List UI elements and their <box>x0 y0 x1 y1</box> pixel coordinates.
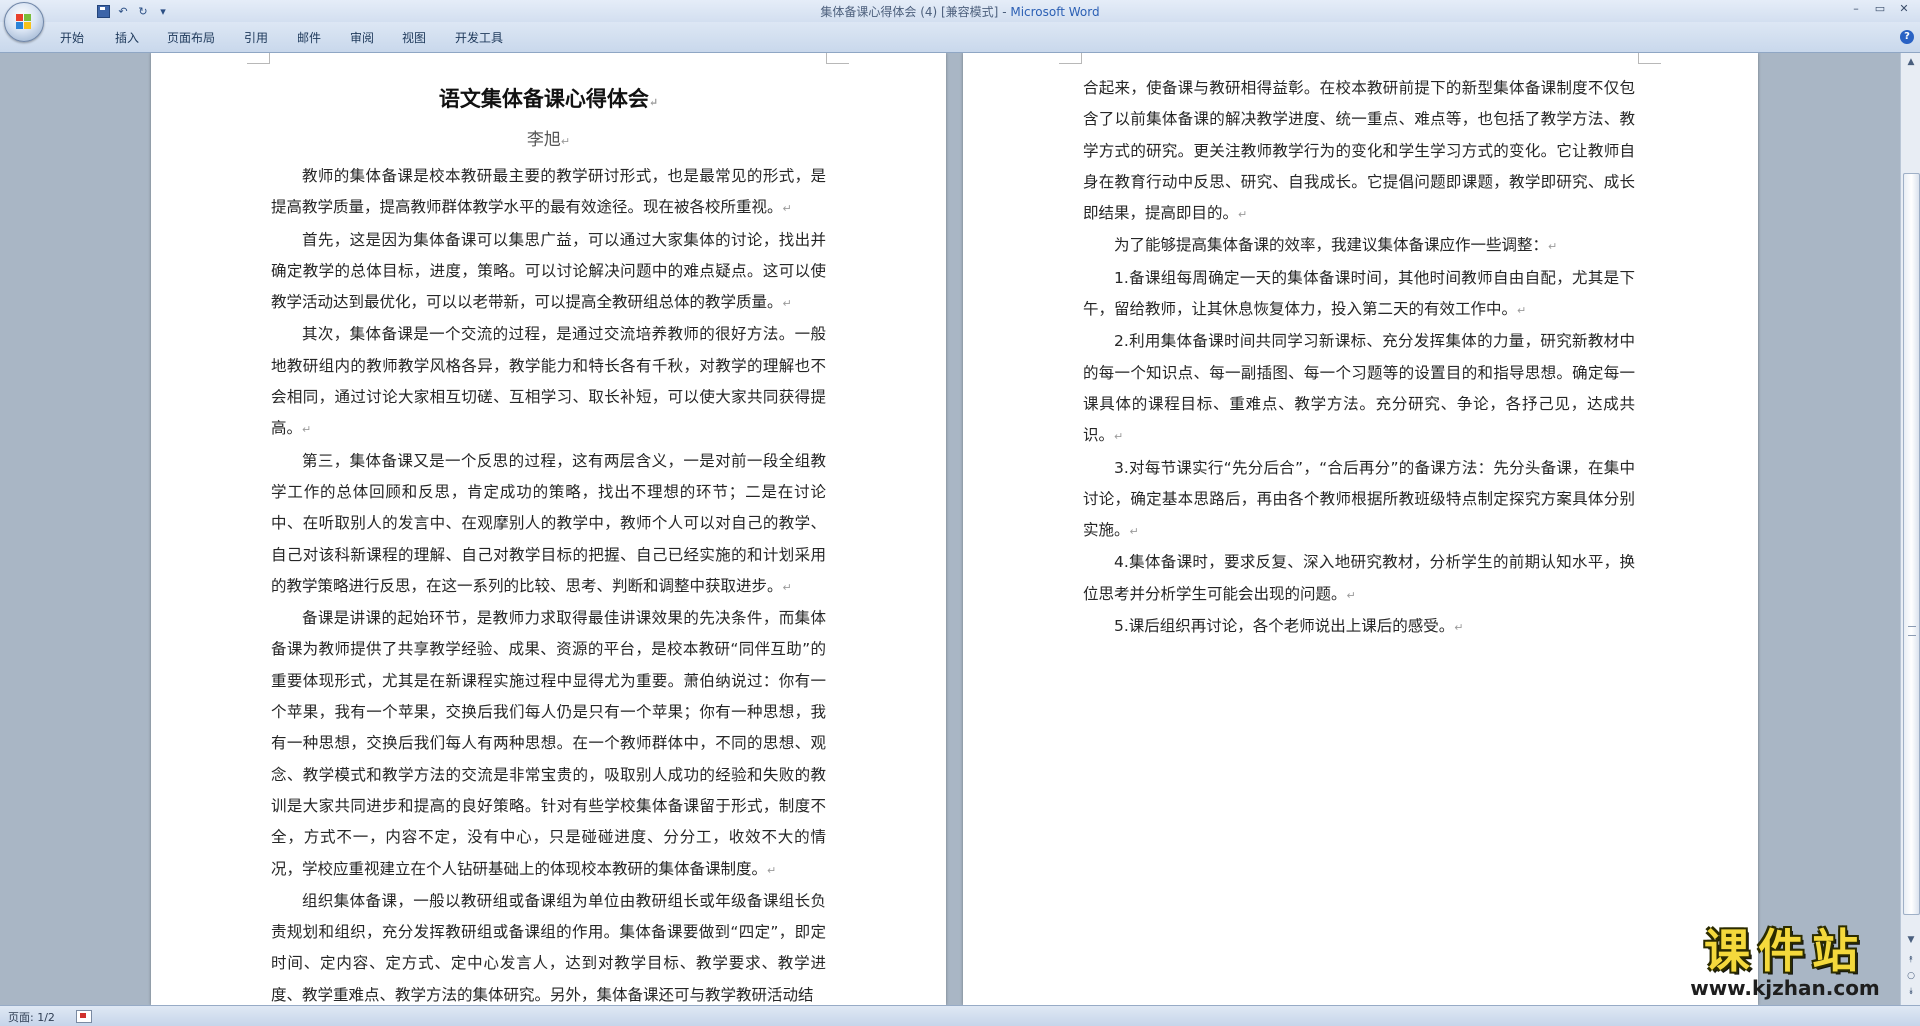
office-logo-icon <box>16 14 32 30</box>
continued-paragraph: 合起来，使备课与教研相得益彰。在校本教研前提下的新型集体备课制度不仅包含了以前集… <box>1083 73 1635 230</box>
scrollbar-thumb[interactable] <box>1903 173 1920 915</box>
title-separator: - <box>998 5 1011 19</box>
paragraph-text: 第三，集体备课又是一个反思的过程，这有两层含义，一是对前一段全组教学工作的总体回… <box>271 451 826 595</box>
list-paragraph: 1.备课组每周确定一天的集体备课时间，其他时间教师自由自配，尤其是下午，留给教师… <box>1083 263 1635 327</box>
paragraph-text: 首先，这是因为集体备课可以集思广益，可以通过大家集体的讨论，找出并确定教学的总体… <box>271 230 826 312</box>
paragraph-mark: ↵ <box>782 202 792 216</box>
paragraph-text: 教师的集体备课是校本教研最主要的教学研讨形式，也是最常见的形式，是提高教学质量，… <box>271 167 826 217</box>
previous-page-icon[interactable]: ⯭ <box>1904 953 1918 967</box>
paragraph-text: 1.备课组每周确定一天的集体备课时间，其他时间教师自由自配，尤其是下午，留给教师… <box>1083 268 1635 319</box>
paragraph-text: 4.集体备课时，要求反复、深入地研究教材，分析学生的前期认知水平，换位思考并分析… <box>1083 553 1635 603</box>
paragraph-text: 5.课后组织再讨论，各个老师说出上课后的感受。 <box>1114 617 1455 636</box>
author-text: 李旭 <box>526 130 561 150</box>
paragraph-text: 为了能够提高集体备课的效率，我建议集体备课应作一些调整： <box>1114 236 1549 255</box>
minimize-button[interactable]: – <box>1844 0 1868 16</box>
title-bar: ↶ ↻ ▾ 集体备课心得体会 (4) [兼容模式] - Microsoft Wo… <box>0 0 1920 22</box>
paragraph-mark: ↵ <box>560 135 571 148</box>
margin-corner-mark <box>1638 53 1661 64</box>
help-icon[interactable]: ? <box>1900 30 1914 44</box>
tab-developer[interactable]: 开发工具 <box>455 29 503 46</box>
office-button[interactable] <box>4 2 44 42</box>
body-paragraph: 为了能够提高集体备课的效率，我建议集体备课应作一些调整：↵ <box>1083 230 1635 262</box>
document-page-2[interactable]: 合起来，使备课与教研相得益彰。在校本教研前提下的新型集体备课制度不仅包含了以前集… <box>963 53 1758 1005</box>
window-title: 集体备课心得体会 (4) [兼容模式] - Microsoft Word <box>0 3 1920 20</box>
app-name: Microsoft Word <box>1010 5 1100 19</box>
site-watermark: 课件站 www.kjzhan.com <box>1665 925 1905 1005</box>
logo-square-green <box>24 14 31 21</box>
tab-insert[interactable]: 插入 <box>115 29 139 46</box>
body-paragraph: 第三，集体备课又是一个反思的过程，这有两层含义，一是对前一段全组教学工作的总体回… <box>271 446 826 603</box>
page-1-text: 语文集体备课心得体会↵ 李旭↵ 教师的集体备课是校本教研最主要的教学研讨形式，也… <box>271 79 826 1005</box>
document-area: 语文集体备课心得体会↵ 李旭↵ 教师的集体备课是校本教研最主要的教学研讨形式，也… <box>0 53 1900 1005</box>
paragraph-text: 其次，集体备课是一个交流的过程，是通过交流培养教师的很好方法。一般地教研组内的教… <box>271 325 826 438</box>
body-paragraph: 备课是讲课的起始环节，是教师力求取得最佳讲课效果的先决条件，而集体备课为教师提供… <box>271 603 826 886</box>
scroll-down-icon[interactable]: ▼ <box>1904 933 1918 947</box>
proofing-errors-icon[interactable] <box>76 1010 92 1023</box>
body-paragraph: 其次，集体备课是一个交流的过程，是通过交流培养教师的很好方法。一般地教研组内的教… <box>271 319 826 445</box>
paragraph-mark: ↵ <box>782 580 792 594</box>
tab-references[interactable]: 引用 <box>244 29 268 46</box>
watermark-url: www.kjzhan.com <box>1690 976 1880 1000</box>
paragraph-mark: ↵ <box>767 863 777 877</box>
page-2-text: 合起来，使备课与教研相得益彰。在校本教研前提下的新型集体备课制度不仅包含了以前集… <box>1083 73 1635 643</box>
paragraph-mark: ↵ <box>782 297 792 311</box>
list-paragraph: 2.利用集体备课时间共同学习新课标、充分发挥集体的力量，研究新教材中的每一个知识… <box>1083 326 1635 452</box>
paragraph-mark: ↵ <box>1238 208 1248 222</box>
list-paragraph: 3.对每节课实行“先分后合”，“合后再分”的备课方法：先分头备课，在集中讨论，确… <box>1083 453 1635 548</box>
tab-home[interactable]: 开始 <box>60 29 84 46</box>
paragraph-mark: ↵ <box>648 96 659 109</box>
logo-square-yellow <box>24 22 31 29</box>
ribbon-tab-bar: 开始 插入 页面布局 引用 邮件 审阅 视图 开发工具 ? <box>0 22 1920 53</box>
body-paragraph: 教师的集体备课是校本教研最主要的教学研讨形式，也是最常见的形式，是提高教学质量，… <box>271 161 826 225</box>
paragraph-text: 备课是讲课的起始环节，是教师力求取得最佳讲课效果的先决条件，而集体备课为教师提供… <box>271 609 826 878</box>
watermark-title: 课件站 <box>1704 924 1866 978</box>
select-browse-object-icon[interactable]: ○ <box>1904 969 1918 983</box>
status-bar: 页面: 1/2 <box>0 1005 1920 1026</box>
paragraph-mark: ↵ <box>1548 240 1558 254</box>
paragraph-mark: ↵ <box>1454 621 1464 635</box>
vertical-scrollbar[interactable]: ▲ ▼ ⯭ ○ ⯯ <box>1900 53 1920 1005</box>
paragraph-mark: ↵ <box>1114 430 1124 444</box>
margin-corner-mark <box>1059 53 1082 64</box>
logo-square-red <box>16 14 23 21</box>
page-count-indicator[interactable]: 页面: 1/2 <box>8 1009 55 1025</box>
document-page-1[interactable]: 语文集体备课心得体会↵ 李旭↵ 教师的集体备课是校本教研最主要的教学研讨形式，也… <box>151 53 946 1005</box>
margin-corner-mark <box>247 53 270 64</box>
paragraph-text: 组织集体备课，一般以教研组或备课组为单位由教研组长或年级备课组长负责规划和组织，… <box>271 891 826 1004</box>
scroll-up-icon[interactable]: ▲ <box>1904 55 1918 69</box>
paragraph-text: 3.对每节课实行“先分后合”，“合后再分”的备课方法：先分头备课，在集中讨论，确… <box>1083 458 1635 540</box>
logo-square-blue <box>16 22 23 29</box>
body-paragraph: 组织集体备课，一般以教研组或备课组为单位由教研组长或年级备课组长负责规划和组织，… <box>271 886 826 1005</box>
tab-mailings[interactable]: 邮件 <box>297 29 321 46</box>
document-author: 李旭↵ <box>271 123 826 159</box>
paragraph-mark: ↵ <box>1346 588 1356 602</box>
list-paragraph: 5.课后组织再讨论，各个老师说出上课后的感受。↵ <box>1083 611 1635 643</box>
restore-button[interactable]: ▭ <box>1868 0 1892 16</box>
margin-corner-mark <box>826 53 849 64</box>
paragraph-mark: ↵ <box>302 423 312 437</box>
title-text: 语文集体备课心得体会 <box>438 86 649 111</box>
list-paragraph: 4.集体备课时，要求反复、深入地研究教材，分析学生的前期认知水平，换位思考并分析… <box>1083 547 1635 611</box>
tab-view[interactable]: 视图 <box>402 29 426 46</box>
tab-page-layout[interactable]: 页面布局 <box>167 29 215 46</box>
next-page-icon[interactable]: ⯯ <box>1904 985 1918 999</box>
paragraph-text: 2.利用集体备课时间共同学习新课标、充分发挥集体的力量，研究新教材中的每一个知识… <box>1083 332 1635 445</box>
paragraph-mark: ↵ <box>1129 525 1139 539</box>
document-title: 语文集体备课心得体会↵ <box>271 79 826 123</box>
tab-review[interactable]: 审阅 <box>350 29 374 46</box>
close-button[interactable]: ✕ <box>1892 0 1916 16</box>
document-name: 集体备课心得体会 (4) [兼容模式] <box>820 5 999 19</box>
window-controls: – ▭ ✕ <box>1844 0 1916 16</box>
paragraph-mark: ↵ <box>1517 304 1527 318</box>
paragraph-text: 合起来，使备课与教研相得益彰。在校本教研前提下的新型集体备课制度不仅包含了以前集… <box>1083 79 1635 223</box>
body-paragraph: 首先，这是因为集体备课可以集思广益，可以通过大家集体的讨论，找出并确定教学的总体… <box>271 225 826 320</box>
scrollbar-grip-icon <box>1908 626 1916 636</box>
